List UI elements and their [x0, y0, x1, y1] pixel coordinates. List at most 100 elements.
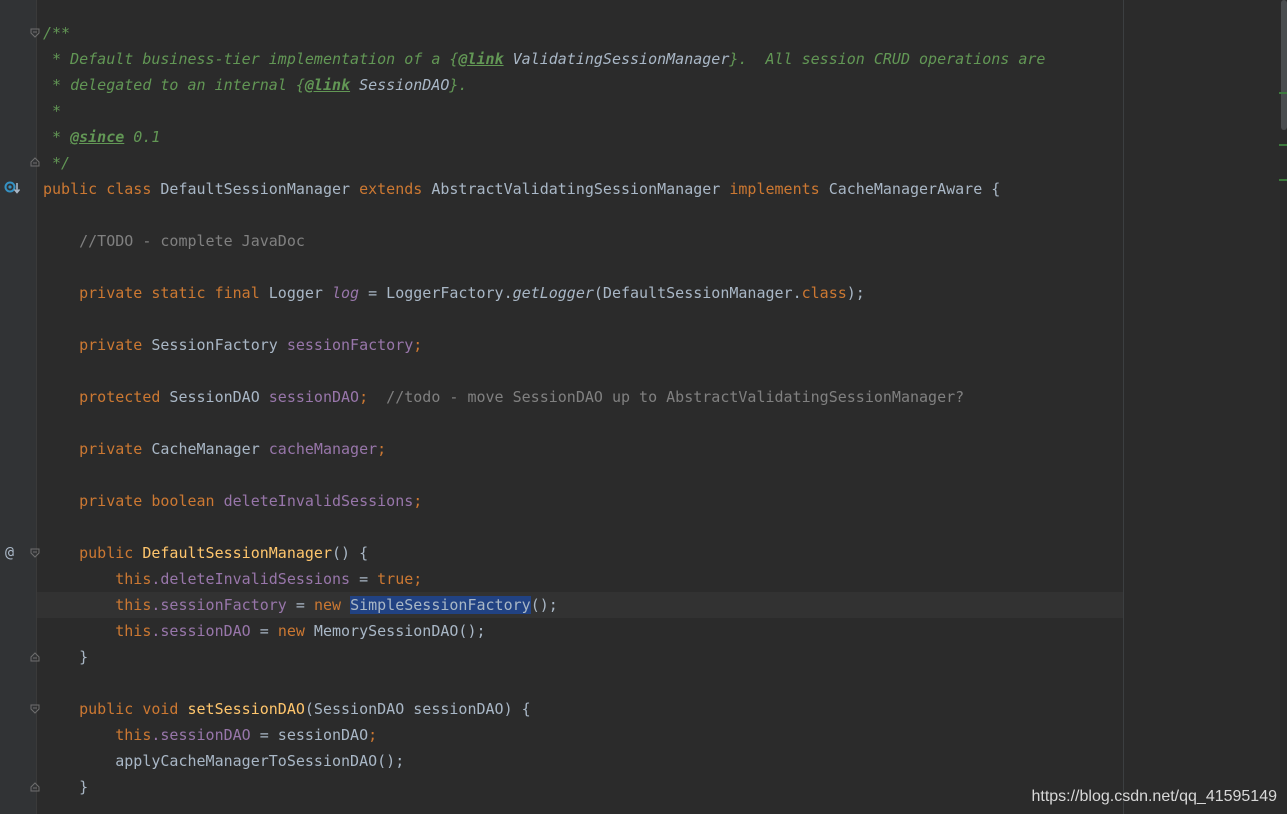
code-line: //TODO - complete JavaDoc [43, 228, 1045, 254]
expression: () { [332, 544, 369, 562]
field-ref[interactable]: .sessionDAO [151, 622, 250, 640]
modifier: protected [79, 388, 161, 406]
modifiers: private boolean [79, 492, 215, 510]
field-delete-invalid: private boolean deleteInvalidSessions; [43, 488, 1045, 514]
superclass-name[interactable]: AbstractValidatingSessionManager [431, 180, 720, 198]
expression: ); [846, 284, 865, 302]
field-ref[interactable]: .sessionDAO [151, 726, 250, 744]
code-line: this.deleteInvalidSessions = true; [43, 566, 1045, 592]
code-line: /** [43, 20, 1045, 46]
interface-name[interactable]: CacheManagerAware [829, 180, 983, 198]
field-ref[interactable]: .deleteInvalidSessions [151, 570, 350, 588]
fold-open-icon[interactable] [30, 548, 40, 558]
code-line: * @since 0.1 [43, 124, 1045, 150]
fold-open-icon[interactable] [30, 28, 40, 38]
modifiers: public void [79, 700, 179, 718]
doc-link-reference[interactable]: SessionDAO [350, 76, 449, 94]
doc-comment: */ [43, 154, 71, 172]
keyword: this [115, 622, 152, 640]
field-log: private static final Logger log = Logger… [43, 280, 1045, 306]
keyword: new [313, 596, 342, 614]
fold-open-icon[interactable] [30, 704, 40, 714]
code-lines[interactable]: /** * Default business-tier implementati… [43, 20, 1045, 800]
doc-comment: * [43, 102, 62, 120]
field-ref[interactable]: .sessionFactory [151, 596, 286, 614]
method-call[interactable]: getLogger [513, 284, 594, 302]
modifier: public [79, 544, 134, 562]
constructor-name[interactable]: DefaultSessionManager [133, 544, 332, 562]
semicolon: ; [413, 570, 423, 588]
type-name[interactable]: SessionFactory [142, 336, 287, 354]
class-declaration: public class DefaultSessionManager exten… [43, 176, 1045, 202]
keyword: true [377, 570, 414, 588]
doc-link-reference[interactable]: ValidatingSessionManager [504, 50, 730, 68]
modifier: private [79, 440, 143, 458]
change-marker[interactable] [1279, 92, 1287, 94]
method-call[interactable]: applyCacheManagerToSessionDAO(); [115, 752, 404, 770]
selected-text[interactable]: SimpleSessionFactory [350, 596, 531, 614]
semicolon: ; [368, 726, 378, 744]
keyword: class [106, 180, 152, 198]
line-comment: //todo - move SessionDAO up to AbstractV… [368, 388, 965, 406]
change-marker[interactable] [1279, 144, 1287, 146]
doc-link-tag[interactable]: @link [305, 76, 350, 94]
scrollbar-thumb[interactable] [1281, 0, 1287, 130]
doc-comment: * [43, 128, 71, 146]
method-name[interactable]: setSessionDAO [178, 700, 304, 718]
doc-comment: }. [449, 76, 468, 94]
fold-close-icon[interactable] [30, 652, 40, 662]
modifiers: private static final [79, 284, 260, 302]
field-name[interactable]: sessionFactory [287, 336, 413, 354]
right-margin-guide [1123, 0, 1124, 814]
doc-comment: }. All session CRUD operations are [729, 50, 1046, 68]
watermark: https://blog.csdn.net/qq_41595149 [1031, 788, 1277, 805]
keyword: this [115, 596, 152, 614]
type-name[interactable]: Logger [260, 284, 332, 302]
fold-close-icon[interactable] [30, 782, 40, 792]
operator: = [250, 622, 278, 640]
field-name[interactable]: log [332, 284, 359, 302]
implemented-method-icon[interactable] [4, 180, 21, 200]
code-line: this.sessionDAO = sessionDAO; [43, 722, 1045, 748]
class-name[interactable]: DefaultSessionManager [160, 180, 350, 198]
field-name[interactable]: cacheManager [269, 440, 377, 458]
code-line: * delegated to an internal {@link Sessio… [43, 72, 1045, 98]
field-name[interactable]: sessionDAO [269, 388, 359, 406]
type-name[interactable]: SessionDAO [160, 388, 268, 406]
code-line: * [43, 98, 1045, 124]
keyword: extends [359, 180, 423, 198]
field-session-dao: protected SessionDAO sessionDAO; //todo … [43, 384, 1045, 410]
code-line: } [43, 644, 1045, 670]
keyword: new [277, 622, 305, 640]
semicolon: ; [359, 388, 369, 406]
code-editor[interactable]: @ /** * Default business-tier implementa… [0, 0, 1287, 814]
field-session-factory: private SessionFactory sessionFactory; [43, 332, 1045, 358]
doc-version: 0.1 [124, 128, 161, 146]
change-marker[interactable] [1279, 179, 1287, 181]
operator: = [286, 596, 314, 614]
doc-comment: * delegated to an internal { [43, 76, 305, 94]
editor-gutter[interactable] [0, 0, 37, 814]
code-line: */ [43, 150, 1045, 176]
current-line: this.sessionFactory = new SimpleSessionF… [43, 592, 1045, 618]
semicolon: ; [377, 440, 387, 458]
brace: { [982, 180, 1001, 198]
keyword: this [115, 726, 152, 744]
keyword: implements [729, 180, 820, 198]
fold-close-icon[interactable] [30, 157, 40, 167]
expression: = sessionDAO [250, 726, 369, 744]
keyword: public [43, 180, 98, 198]
type-name[interactable]: CacheManager [142, 440, 268, 458]
doc-link-tag[interactable]: @link [458, 50, 503, 68]
annotation-at-icon[interactable]: @ [5, 543, 14, 561]
field-name[interactable]: deleteInvalidSessions [215, 492, 414, 510]
